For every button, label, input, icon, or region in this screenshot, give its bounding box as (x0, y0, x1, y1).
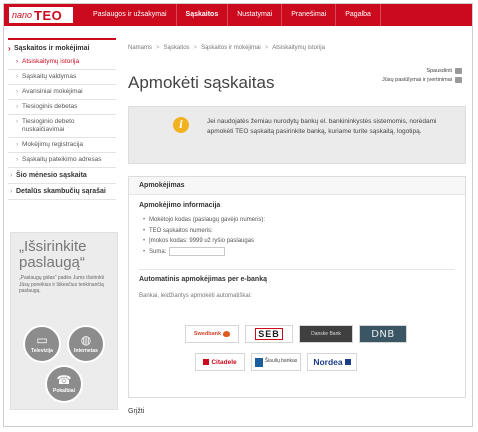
sum-input[interactable] (169, 246, 226, 256)
bank-swedbank-button[interactable]: Swedbank (185, 325, 239, 343)
info-notice: i Jei naudojatės žemiau nurodytų bankų e… (128, 106, 466, 164)
breadcrumb-home[interactable]: Namams (128, 45, 152, 51)
breadcrumb-separator: > (264, 45, 269, 51)
bank-citadele-button[interactable]: Citadele (195, 353, 245, 371)
left-sidebar: Sąskaitos ir mokėjimai Atsiskaitymų isto… (8, 38, 116, 200)
bank-seb-button[interactable]: SEB (245, 325, 293, 343)
sidebar-item-bill-management[interactable]: Sąskaitų valdymas (8, 70, 116, 85)
ebank-title: Automatinis apmokėjimas per e-banką (139, 276, 267, 283)
feedback-label: Jūsų pasiūlymai ir įvertinimai (382, 77, 452, 83)
payment-info-title: Apmokėjimo informacija (139, 202, 221, 209)
nav-settings[interactable]: Nustatymai (228, 4, 283, 26)
bank-seb-label: SEB (255, 328, 283, 340)
print-icon (455, 67, 462, 74)
panel-title: Apmokėjimas (129, 177, 465, 195)
logo-nano-text: nano (12, 10, 33, 20)
promo-text: „Paslaugų gidas“ padės Jums išsirinkti J… (19, 275, 105, 294)
nav-bills[interactable]: Sąskaitos (177, 4, 229, 26)
payment-panel: Apmokėjimas Apmokėjimo informacija Mokėt… (128, 176, 466, 398)
sidebar-item-call-details[interactable]: Detalūs skambučių sąrašai (8, 184, 116, 200)
breadcrumb-current: Atsiskaitymų istorija (272, 45, 325, 51)
sidebar-item-this-month-bill[interactable]: Šio mėnesio sąskaita (8, 168, 116, 184)
sidebar-list: Atsiskaitymų istorija Sąskaitų valdymas … (8, 55, 116, 168)
citadele-logo-icon (203, 359, 210, 365)
sidebar-item-billing-address[interactable]: Sąskaitų pateikimo adresas (8, 153, 116, 168)
service-guide-promo[interactable]: „Išsirinkite paslaugą“ „Paslaugų gidas“ … (10, 232, 118, 410)
page-tools: Spausdinti Jūsų pasiūlymai ir įvertinima… (382, 67, 462, 85)
print-link[interactable]: Spausdinti (382, 67, 462, 76)
feedback-link[interactable]: Jūsų pasiūlymai ir įvertinimai (382, 76, 462, 85)
promo-calls-button[interactable]: ☎ Pokalbiai (45, 365, 83, 403)
panel-divider (139, 269, 455, 270)
payment-code-item: Įmokos kodas: 9999 už ryšio paslaugas (143, 236, 265, 247)
sidebar-item-direct-debit-charges[interactable]: Tiesioginio debeto nuskaičiavimai (8, 115, 116, 138)
info-text: Jei naudojatės žemiau nurodytų bankų el.… (207, 118, 437, 135)
promo-title: „Išsirinkite paslaugą“ (19, 238, 87, 271)
sidebar-item-payment-history[interactable]: Atsiskaitymų istorija (8, 55, 116, 70)
logo-teo-text: TEO (34, 7, 63, 23)
sum-item: Suma: (143, 246, 265, 258)
main-nav: Paslaugos ir užsakymai Sąskaitos Nustaty… (84, 4, 381, 26)
promo-tv-label: Televizija (31, 348, 53, 354)
nav-notifications[interactable]: Pranešimai (282, 4, 337, 26)
sidebar-item-payment-registration[interactable]: Mokėjimų registracija (8, 138, 116, 153)
swedbank-oak-icon (223, 331, 231, 337)
breadcrumb-separator: > (156, 45, 160, 51)
bank-danske-button[interactable]: Danske Bank (299, 325, 353, 343)
payment-info-list: Mokėtojo kodas (paslaugų gavėjo numeris)… (143, 215, 265, 257)
sidebar-item-direct-debit[interactable]: Tiesioginis debetas (8, 100, 116, 115)
globe-icon: ◍ (80, 333, 92, 347)
sum-label: Suma: (149, 248, 167, 255)
bank-nordea-label: Nordea (313, 357, 343, 367)
payer-code-item: Mokėtojo kodas (paslaugų gavėjo numeris)… (143, 215, 265, 226)
promo-internet-button[interactable]: ◍ Internetas (67, 325, 105, 363)
bank-siauliu-button[interactable]: Šiaulių bankas (251, 353, 301, 371)
sidebar-section-title[interactable]: Sąskaitos ir mokėjimai (8, 43, 116, 55)
bank-dnb-button[interactable]: DNB (359, 325, 407, 343)
promo-internet-label: Internetas (74, 348, 98, 354)
print-label: Spausdinti (426, 68, 452, 74)
bank-dnb-label: DNB (371, 328, 395, 340)
back-link[interactable]: Grįžti (128, 408, 144, 415)
bank-swedbank-label: Swedbank (193, 331, 222, 337)
bank-nordea-button[interactable]: Nordea (307, 353, 357, 371)
breadcrumb-bills-payments[interactable]: Sąskaitos ir mokėjimai (201, 45, 261, 51)
bank-citadele-label: Citadele (211, 358, 237, 366)
bank-danske-label: Danske Bank (311, 331, 341, 337)
phone-icon: ☎ (56, 373, 72, 387)
promo-calls-label: Pokalbiai (53, 388, 75, 394)
page-title: Apmokėti sąskaitas (128, 73, 275, 92)
breadcrumb-bills[interactable]: Sąskaitos (164, 45, 190, 51)
ebank-description: Bankai, leidžiantys apmokėti automatiška… (139, 293, 252, 299)
teo-logo[interactable]: nano TEO (9, 7, 73, 23)
nordea-logo-icon (344, 359, 351, 365)
sidebar-item-advance-payments[interactable]: Avansiniai mokėjimai (8, 85, 116, 100)
nav-services[interactable]: Paslaugos ir užsakymai (84, 4, 177, 26)
bank-siauliu-label: Šiaulių bankas (264, 358, 298, 365)
info-icon: i (173, 117, 189, 133)
top-header: nano TEO Paslaugos ir užsakymai Sąskaito… (4, 4, 472, 26)
breadcrumb: Namams > Sąskaitos > Sąskaitos ir mokėji… (128, 45, 329, 51)
page-frame: nano TEO Paslaugos ir užsakymai Sąskaito… (3, 3, 473, 427)
promo-tv-button[interactable]: ▭ Televizija (23, 325, 61, 363)
feedback-icon (455, 76, 462, 83)
sidebar-menu: Sąskaitos ir mokėjimai Atsiskaitymų isto… (8, 38, 116, 200)
account-number-item: TEO sąskaitos numeris: (143, 226, 265, 237)
breadcrumb-separator: > (193, 45, 198, 51)
tv-icon: ▭ (36, 333, 48, 347)
nav-help[interactable]: Pagalba (336, 4, 381, 26)
siauliu-logo-icon (254, 357, 263, 367)
